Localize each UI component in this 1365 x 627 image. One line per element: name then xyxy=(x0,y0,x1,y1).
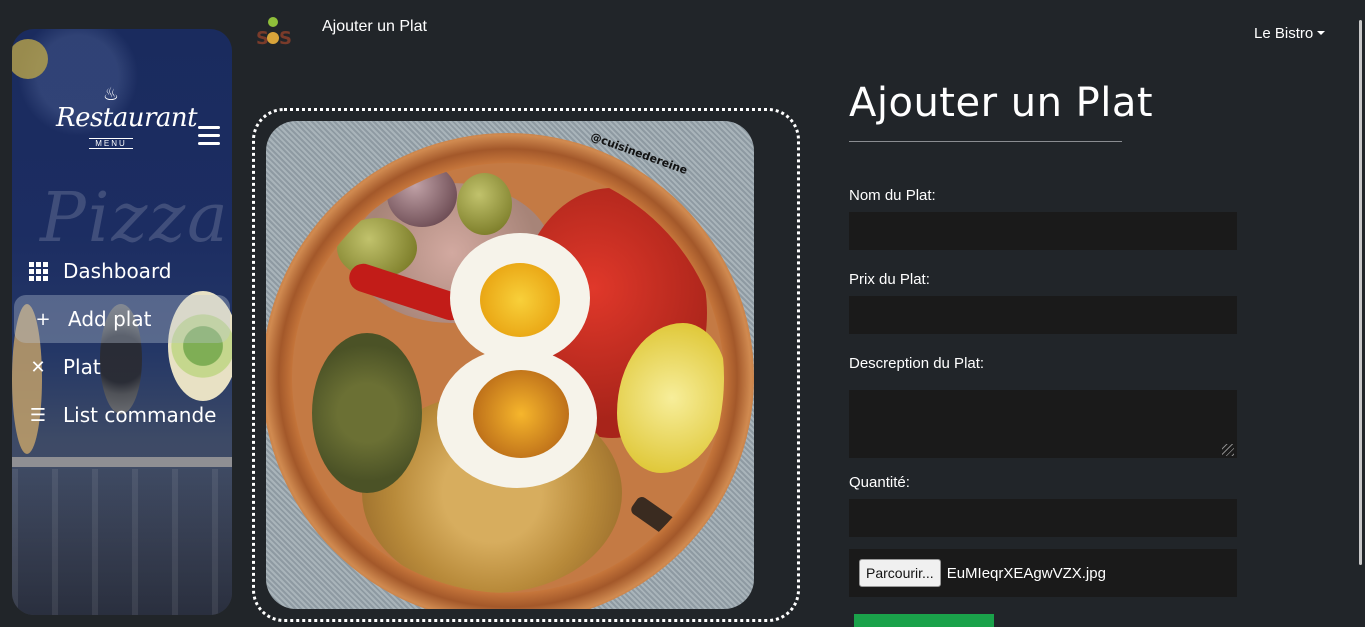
caret-down-icon xyxy=(1317,31,1326,35)
hamburger-menu-icon[interactable] xyxy=(198,126,220,146)
quantity-label: Quantité: xyxy=(849,474,910,491)
price-label: Prix du Plat: xyxy=(849,271,930,288)
sidebar-item-label: Dashboard xyxy=(63,259,172,283)
page-title: Ajouter un Plat xyxy=(849,80,1154,126)
sidebar: Pizza ♨ Restaurant MENU Dashboard + Add … xyxy=(12,29,232,615)
restaurant-logo: ♨ Restaurant MENU xyxy=(56,84,198,155)
list-icon: ☰ xyxy=(29,404,47,426)
name-label: Nom du Plat: xyxy=(849,187,936,204)
price-input[interactable] xyxy=(849,296,1237,334)
dish-preview-image: @cuisinedereine xyxy=(266,121,754,609)
user-dropdown-label: Le Bistro xyxy=(1254,25,1314,42)
page-scrollbar[interactable] xyxy=(1359,20,1362,565)
sidebar-item-dashboard[interactable]: Dashboard xyxy=(12,247,232,295)
sidebar-item-label: List commande xyxy=(63,403,217,427)
decor-oil-bowl xyxy=(12,39,48,79)
name-input[interactable] xyxy=(849,212,1237,250)
quantity-input[interactable] xyxy=(849,499,1237,537)
plus-icon: + xyxy=(35,308,51,330)
decor-chairs xyxy=(12,469,232,615)
selected-file-name: EuMIeqrXEAgwVZX.jpg xyxy=(946,564,1106,582)
sidebar-nav: Dashboard + Add plat ✕ Plat ☰ List comma… xyxy=(12,247,232,439)
svg-text:S: S xyxy=(279,28,292,48)
grid-icon xyxy=(27,260,49,282)
title-divider xyxy=(849,141,1122,142)
logo-text: Restaurant xyxy=(56,103,198,133)
sidebar-item-label: Add plat xyxy=(68,307,152,331)
file-input: Parcourir... EuMIeqrXEAgwVZX.jpg xyxy=(849,549,1237,597)
decor-table xyxy=(12,457,232,467)
cloche-icon: ♨ xyxy=(102,84,120,104)
description-textarea[interactable] xyxy=(849,390,1237,458)
sidebar-item-add-plat[interactable]: + Add plat xyxy=(14,295,230,343)
browse-button[interactable]: Parcourir... xyxy=(859,559,941,587)
submit-button[interactable] xyxy=(854,614,994,627)
topbar-title: Ajouter un Plat xyxy=(322,18,427,35)
logo-subtext: MENU xyxy=(89,138,133,149)
resize-handle-icon[interactable] xyxy=(1222,444,1234,456)
utensils-icon: ✕ xyxy=(30,356,46,378)
user-dropdown[interactable]: Le Bistro xyxy=(1254,25,1326,42)
brand-logo-icon[interactable]: S S xyxy=(254,14,292,49)
sidebar-item-list-commande[interactable]: ☰ List commande xyxy=(12,391,232,439)
description-label: Descreption du Plat: xyxy=(849,355,985,372)
sidebar-item-label: Plat xyxy=(63,355,101,379)
sidebar-item-plat[interactable]: ✕ Plat xyxy=(12,343,232,391)
